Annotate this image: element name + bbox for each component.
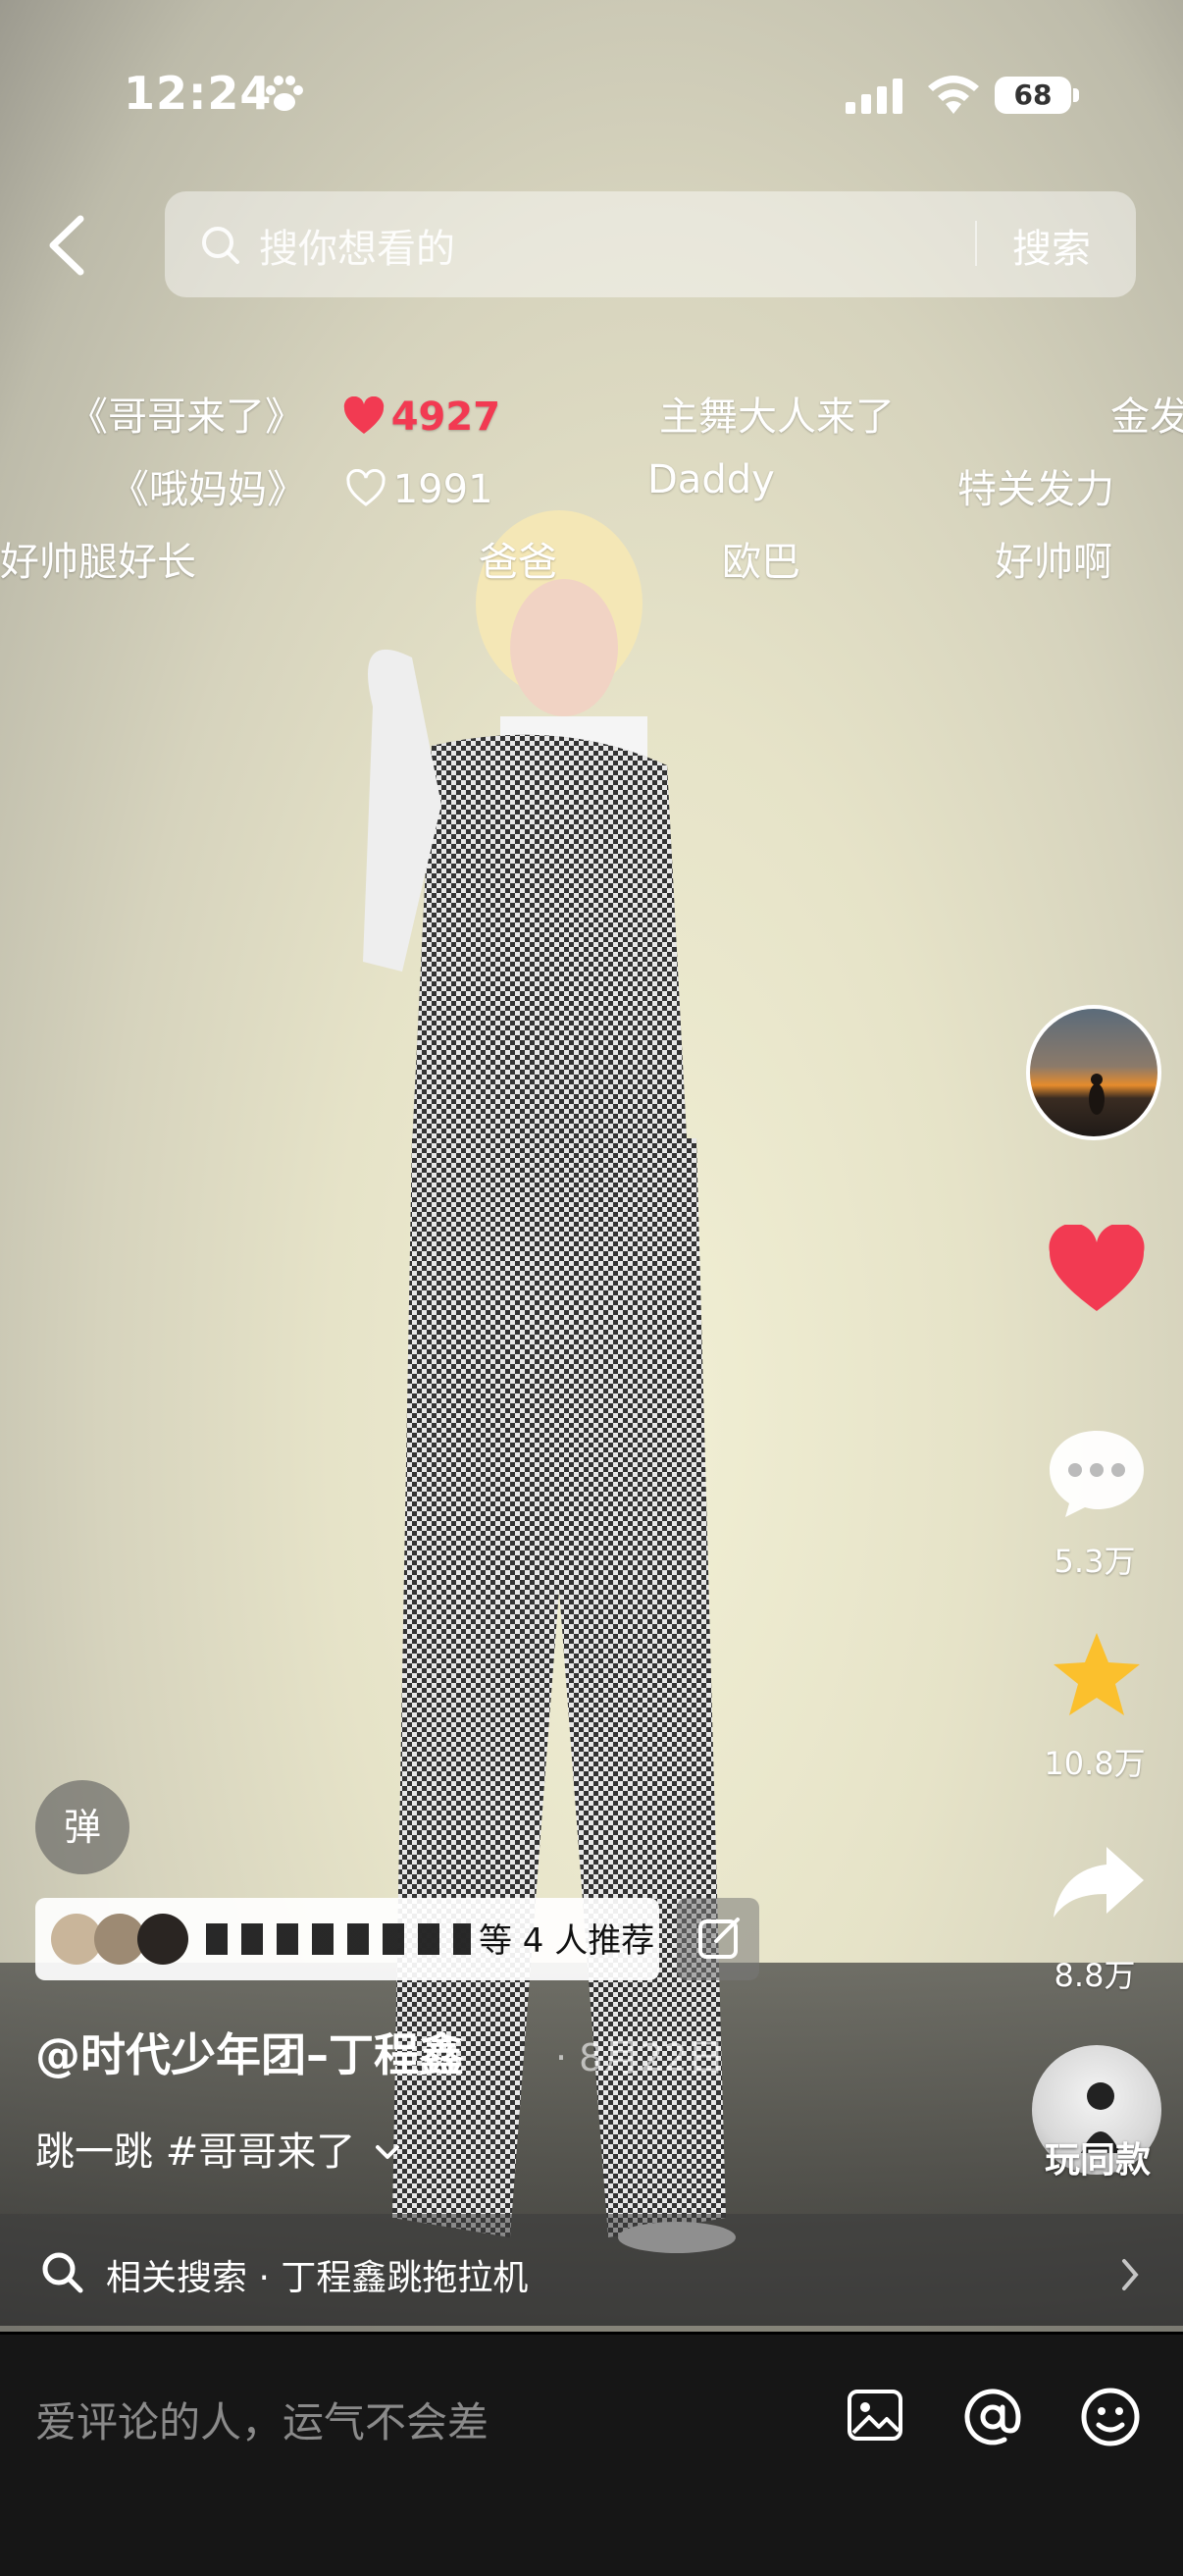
comment-icon[interactable] [1046, 1425, 1148, 1519]
related-search-bar[interactable]: 相关搜索 · 丁程鑫跳拖拉机 [0, 2214, 1183, 2332]
danmaku-text: 主舞大人来了 [659, 394, 895, 440]
danmaku-likes: 1991 [392, 467, 493, 512]
battery-indicator: 68 [995, 77, 1071, 114]
signal-icon [846, 79, 902, 114]
danmaku-text: 欧巴 [722, 540, 800, 585]
danmaku-toggle-button[interactable]: 弹 [35, 1780, 129, 1874]
back-icon[interactable] [39, 211, 98, 280]
comment-input[interactable]: 爱评论的人，运气不会差 [35, 2390, 489, 2449]
danmaku-item[interactable]: 《哦妈妈》 1991 [110, 457, 493, 514]
danmaku-likes: 4927 [390, 394, 501, 440]
wifi-icon [928, 76, 979, 114]
danmaku-text: 《哦妈妈》 [110, 467, 306, 512]
danmaku-item[interactable]: Daddy [647, 457, 775, 502]
recommend-edit-button[interactable] [677, 1898, 759, 1980]
status-time: 12:24 [124, 67, 273, 120]
favorite-count: 10.8万 [1044, 1745, 1146, 1782]
danmaku-item[interactable]: 主舞大人来了 [659, 385, 895, 442]
video-person [363, 510, 736, 2253]
share-count: 8.8万 [1054, 1957, 1136, 1994]
danmaku-item[interactable]: 欧巴 [722, 530, 800, 587]
image-icon[interactable] [846, 2386, 904, 2445]
danmaku-text: 金发 [1110, 394, 1183, 440]
danmaku-item[interactable]: 好帅啊 [995, 530, 1112, 587]
battery-tip [1073, 88, 1079, 102]
play-same-label[interactable]: 玩同款 [1014, 2131, 1181, 2182]
related-search-text: 相关搜索 · 丁程鑫跳拖拉机 [106, 2258, 529, 2298]
at-mention-icon[interactable] [961, 2386, 1024, 2448]
recommender-avatars [51, 1914, 188, 1965]
danmaku-text: 好帅腿好长 [0, 540, 196, 585]
search-button[interactable]: 搜索 [1012, 217, 1091, 274]
recommend-text: 等 4 人推荐 [479, 1921, 655, 1961]
danmaku-item[interactable]: 好帅腿好长 [0, 530, 196, 587]
author-avatar[interactable] [1026, 1005, 1161, 1140]
video-caption[interactable]: 跳一跳 #哥哥来了 [35, 2120, 403, 2177]
search-bar[interactable]: 搜你想看的 搜索 [165, 191, 1136, 297]
edit-icon [698, 1918, 740, 1959]
search-icon [42, 2252, 83, 2293]
emoji-icon[interactable] [1079, 2386, 1142, 2448]
danmaku-text: 特关发力 [957, 467, 1114, 512]
heart-filled-icon[interactable] [342, 396, 386, 436]
search-input[interactable]: 搜你想看的 [259, 217, 455, 274]
comment-bar: 爱评论的人，运气不会差 [0, 2332, 1183, 2576]
danmaku-text: 好帅啊 [995, 540, 1112, 585]
favorite-star-icon[interactable] [1050, 1629, 1144, 1719]
search-divider [975, 221, 977, 266]
redacted-names [206, 1923, 471, 1955]
danmaku-item[interactable]: 爸爸 [479, 530, 557, 587]
chevron-down-icon[interactable] [372, 2139, 403, 2167]
danmaku-item[interactable]: 特关发力 [957, 457, 1114, 514]
comment-count: 5.3万 [1054, 1543, 1136, 1580]
danmaku-text: 《哥哥来了》 [69, 394, 304, 440]
share-icon[interactable] [1050, 1843, 1148, 1921]
status-bar: 12:24 68 [0, 0, 1183, 186]
post-date: · 8月22日 [555, 2036, 725, 2079]
like-icon[interactable] [1046, 1225, 1148, 1315]
avatar-silhouette [1089, 1074, 1105, 1115]
danmaku-text: 爸爸 [479, 540, 557, 585]
search-icon [202, 227, 239, 264]
heart-outline-icon[interactable] [344, 469, 387, 508]
danmaku-text: Daddy [647, 457, 775, 502]
danmaku-item[interactable]: 《哥哥来了》 4927 [69, 385, 500, 442]
author-name[interactable]: @时代少年团–丁程鑫 [35, 2020, 464, 2084]
paw-icon [266, 76, 303, 111]
caption-text: 跳一跳 #哥哥来了 [35, 2129, 356, 2175]
chevron-right-icon [1122, 2259, 1139, 2290]
recommend-strip[interactable]: 等 4 人推荐 [35, 1898, 659, 1980]
danmaku-item[interactable]: 金发 [1110, 385, 1183, 442]
